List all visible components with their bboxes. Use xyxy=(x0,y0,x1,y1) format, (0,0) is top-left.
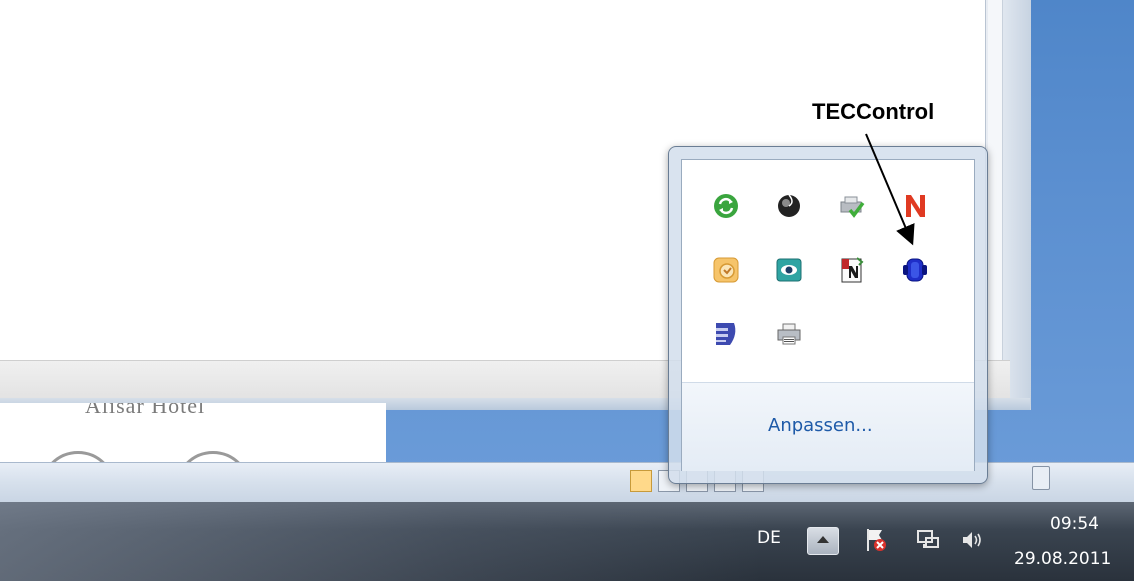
notification-area-overflow-popup: Anpassen... xyxy=(668,146,988,484)
action-center-flag-error-icon[interactable] xyxy=(862,526,890,554)
notepad-n-icon[interactable] xyxy=(838,256,866,284)
screen: Alisar Hotel DE 09:54 29.08.2011 Anpasse… xyxy=(0,0,1134,581)
printer-check-icon[interactable] xyxy=(838,192,866,220)
print-layout-view-button[interactable] xyxy=(630,470,652,492)
printer-icon[interactable] xyxy=(775,320,803,348)
taskbar-buttons-area xyxy=(0,502,760,581)
sync-arrows-icon[interactable] xyxy=(712,192,740,220)
annotation-label: TECControl xyxy=(808,97,939,127)
overflow-icons-grid xyxy=(682,160,974,380)
teccontrol-icon[interactable] xyxy=(901,256,929,284)
language-indicator[interactable]: DE xyxy=(757,528,781,548)
clock-date[interactable]: 29.08.2011 xyxy=(1014,549,1111,569)
overflow-footer: Anpassen... xyxy=(682,382,974,471)
red-n-icon[interactable] xyxy=(901,192,929,220)
volume-icon[interactable] xyxy=(958,526,986,554)
clock-time[interactable]: 09:54 xyxy=(1050,514,1099,534)
chevron-up-icon xyxy=(817,536,829,543)
blue-shield-icon[interactable] xyxy=(712,320,740,348)
overflow-icons-panel: Anpassen... xyxy=(681,159,975,471)
document-page: Alisar Hotel xyxy=(0,403,386,463)
network-icon[interactable] xyxy=(914,526,942,554)
teal-eye-icon[interactable] xyxy=(775,256,803,284)
zoom-slider-thumb[interactable] xyxy=(1032,466,1050,490)
customize-link[interactable]: Anpassen... xyxy=(768,415,873,436)
show-hidden-icons-button[interactable] xyxy=(807,527,839,555)
black-orb-icon[interactable] xyxy=(775,192,803,220)
document-heading: Alisar Hotel xyxy=(85,403,206,418)
window-scrollbar[interactable] xyxy=(988,0,1003,395)
orange-clock-icon[interactable] xyxy=(712,256,740,284)
